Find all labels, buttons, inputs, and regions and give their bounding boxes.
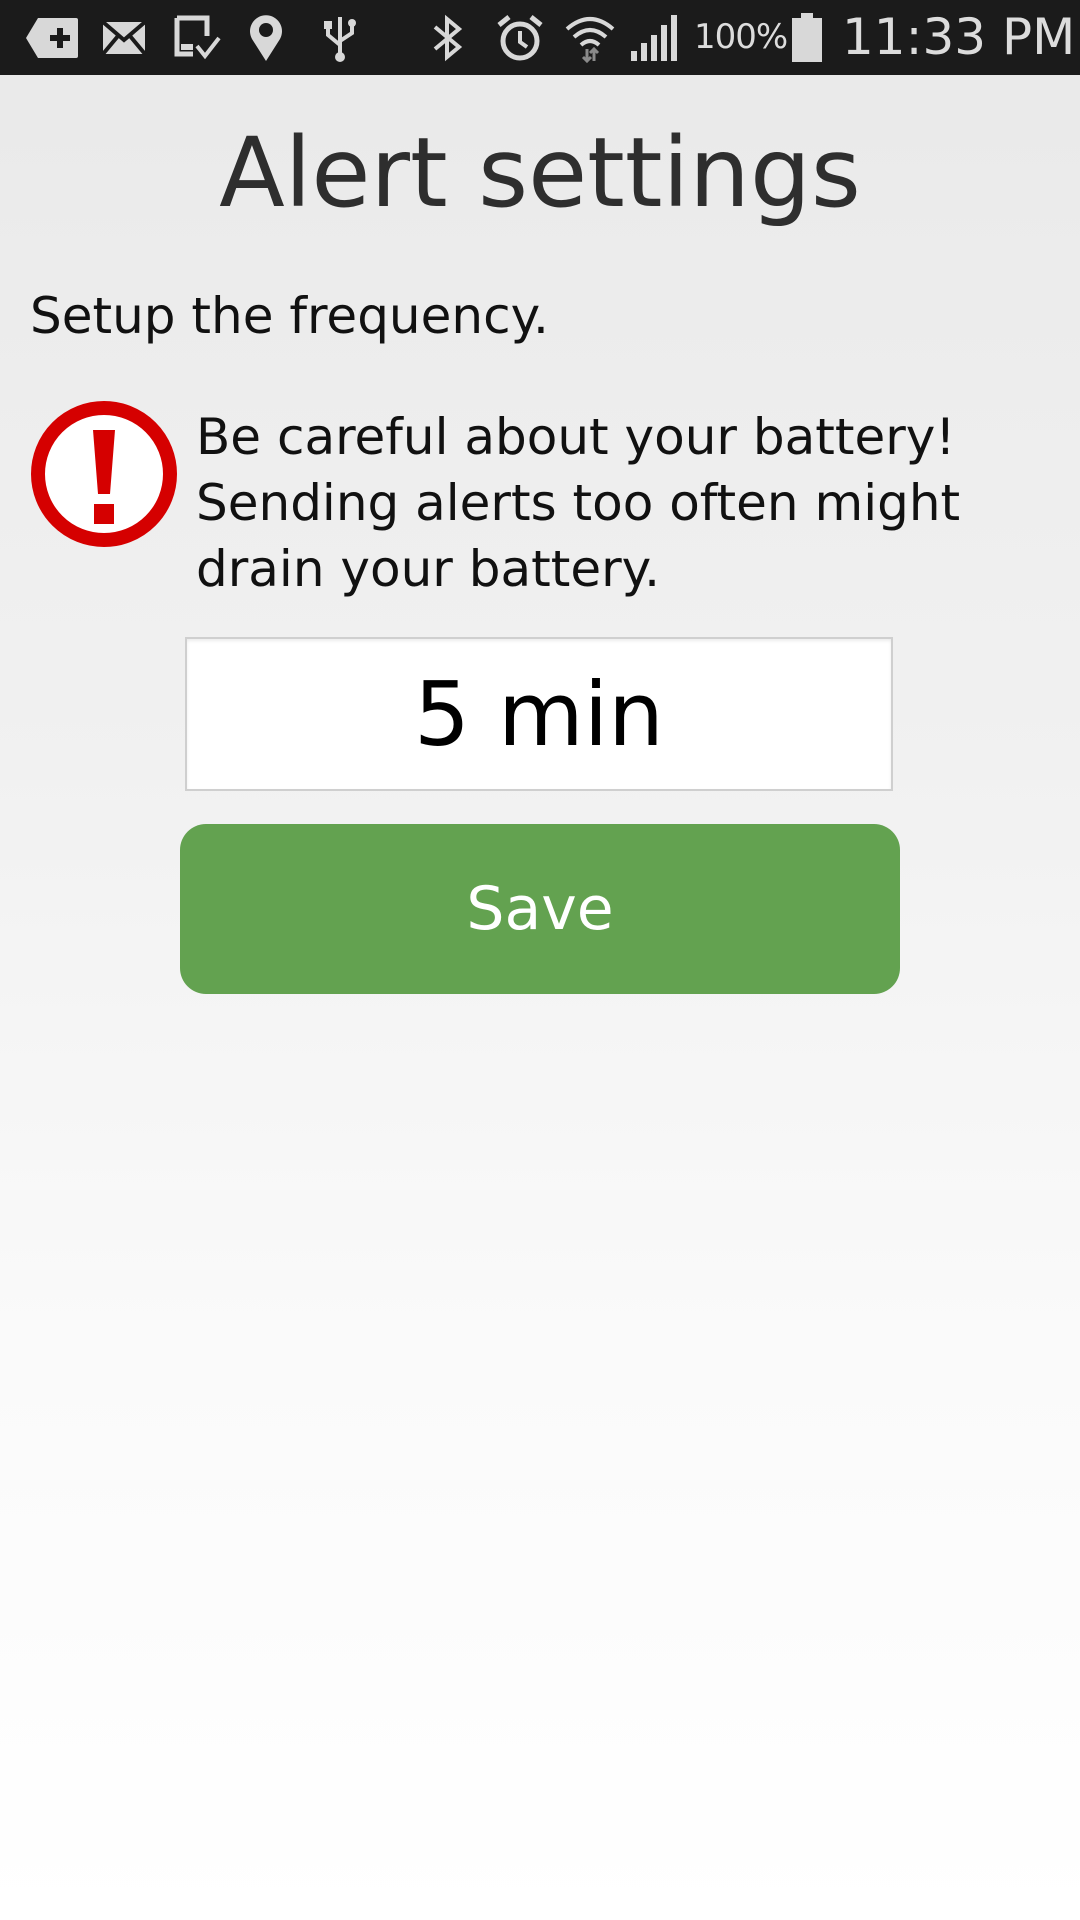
location-icon — [244, 12, 288, 64]
battery-icon — [790, 12, 824, 64]
bluetooth-icon — [428, 12, 468, 64]
warning-line: drain your battery. — [196, 540, 660, 598]
add-icon — [24, 12, 80, 64]
battery-percent: 100% — [694, 17, 788, 57]
download-done-icon — [172, 12, 222, 64]
warning-line: Sending alerts too often might — [196, 474, 961, 532]
page-title: Alert settings — [219, 117, 861, 229]
alarm-icon — [494, 12, 546, 64]
frequency-picker[interactable]: 5 min — [185, 637, 893, 791]
status-bar: 100% 11:33 PM — [0, 0, 1080, 75]
mail-icon — [100, 12, 148, 64]
usb-icon — [318, 12, 362, 64]
warning-line: Be careful about your battery! — [196, 408, 956, 466]
frequency-instruction: Setup the frequency. — [30, 287, 549, 345]
alert-icon — [30, 400, 178, 548]
save-button[interactable]: Save — [180, 824, 900, 994]
signal-icon — [628, 12, 680, 64]
battery-warning: Be careful about your battery! Sending a… — [196, 404, 1016, 602]
wifi-icon — [562, 12, 618, 64]
clock: 11:33 PM — [842, 8, 1076, 66]
